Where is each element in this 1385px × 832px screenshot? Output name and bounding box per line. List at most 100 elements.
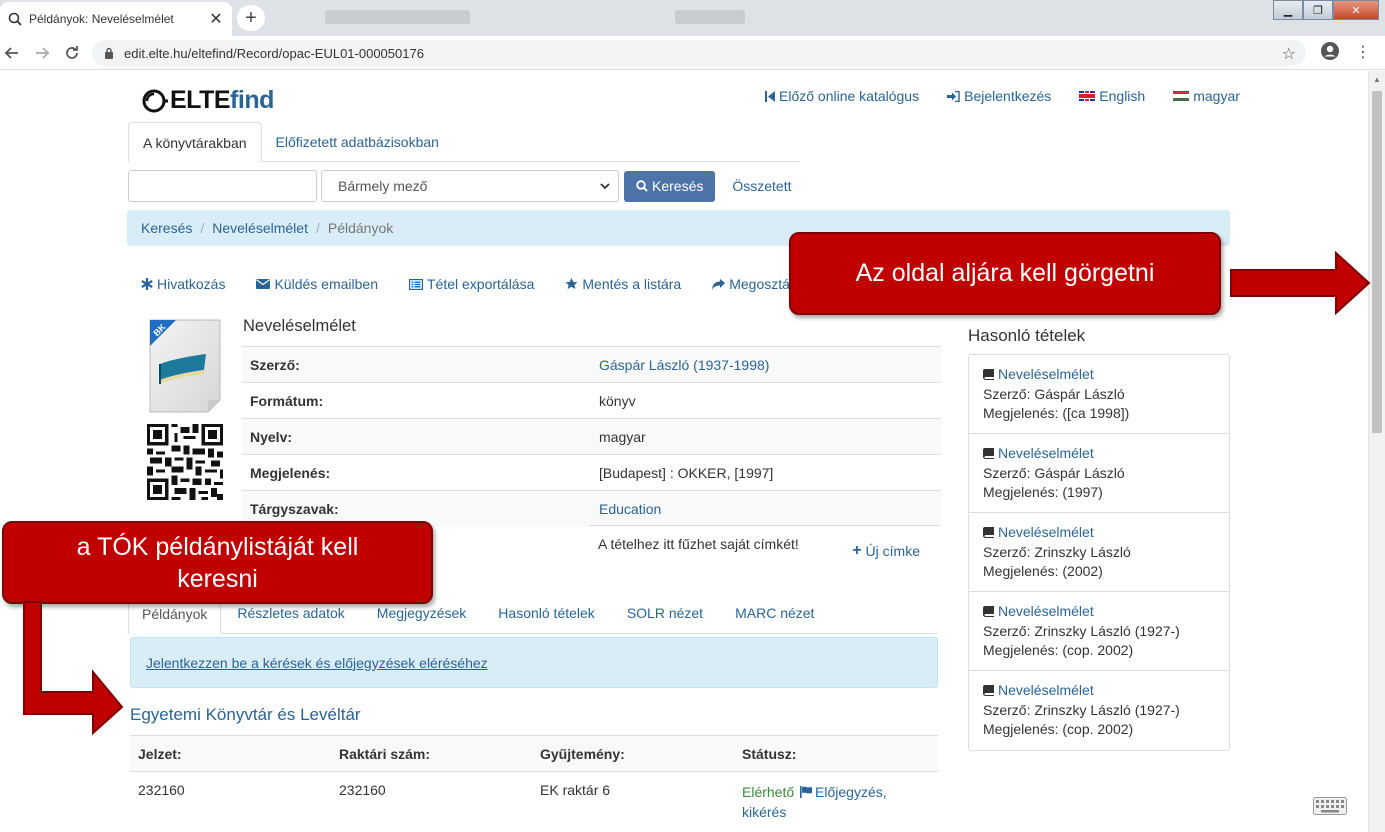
similar-item-publication: Megjelenés: (cop. 2002) bbox=[983, 642, 1134, 658]
collection: EK raktár 6 bbox=[540, 782, 611, 798]
search-button-label: Keresés bbox=[652, 178, 704, 194]
subject-link[interactable]: Education bbox=[599, 501, 661, 517]
minimize-button[interactable]: ▁ bbox=[1273, 0, 1303, 20]
logo-elte-text: ELTE bbox=[170, 86, 231, 114]
keyboard-icon[interactable] bbox=[1313, 797, 1347, 815]
search-icon bbox=[8, 12, 22, 26]
logo-find-text: find bbox=[230, 86, 274, 114]
hungarian-language-link[interactable]: magyar bbox=[1173, 88, 1240, 104]
close-icon[interactable]: ✕ bbox=[208, 9, 224, 29]
export-link[interactable]: Tétel exportálása bbox=[408, 276, 534, 292]
record-details-table: Szerző: Gáspár László (1937-1998) Formát… bbox=[242, 346, 941, 527]
similar-items-heading: Hasonló tételek bbox=[968, 326, 1086, 345]
book-icon bbox=[983, 369, 994, 381]
login-alert-link[interactable]: Jelentkezzen be a kérések és előjegyzése… bbox=[146, 655, 488, 671]
breadcrumb-separator: / bbox=[200, 220, 205, 236]
similar-item-title: Neveléselmélet bbox=[998, 445, 1094, 461]
breadcrumb-search[interactable]: Keresés bbox=[141, 220, 192, 236]
format-label: Formátum: bbox=[242, 382, 591, 419]
kebab-menu-icon[interactable]: ⋮ bbox=[1355, 42, 1371, 62]
holdings-table: Jelzet: Raktári szám: Gyűjtemény: Státus… bbox=[130, 735, 938, 832]
new-tab-button[interactable]: + bbox=[237, 5, 265, 31]
breadcrumb-record[interactable]: Neveléselmélet bbox=[212, 220, 308, 236]
email-link[interactable]: Küldés emailben bbox=[256, 276, 378, 292]
new-tag-button[interactable]: + Új címke bbox=[852, 542, 920, 560]
table-row: Megjelenés: [Budapest] : OKKER, [1997] bbox=[242, 454, 941, 491]
browser-tab-title: Példányok: Neveléselmélet bbox=[29, 12, 174, 26]
tab-solr[interactable]: SOLR nézet bbox=[611, 595, 719, 633]
reload-icon[interactable] bbox=[60, 41, 84, 65]
similar-item-author: Szerző: Zrinszky László (1927-) bbox=[983, 701, 1180, 718]
request-link[interactable]: kikérés bbox=[742, 804, 786, 820]
scrollbar-thumb[interactable] bbox=[1372, 91, 1382, 433]
search-field-select[interactable]: Bármely mező bbox=[321, 170, 619, 202]
list-item: Neveléselmélet Szerző: Zrinszky László M… bbox=[969, 513, 1229, 592]
search-button[interactable]: Keresés bbox=[624, 170, 716, 202]
similar-item-link[interactable]: Neveléselmélet bbox=[983, 444, 1215, 464]
vertical-scrollbar[interactable]: ▲ bbox=[1368, 71, 1385, 832]
similar-item-link[interactable]: Neveléselmélet bbox=[983, 523, 1215, 543]
similar-item-link[interactable]: Neveléselmélet bbox=[983, 365, 1215, 385]
new-tag-label: Új címke bbox=[865, 543, 920, 559]
url-text: edit.elte.hu/eltefind/Record/opac-EUL01-… bbox=[124, 45, 424, 61]
author-link[interactable]: Gáspár László (1937-1998) bbox=[599, 357, 769, 373]
similar-item-author: Szerző: Gáspár László bbox=[983, 464, 1125, 481]
table-header-row: Jelzet: Raktári szám: Gyűjtemény: Státus… bbox=[130, 735, 938, 772]
library-heading: Egyetemi Könyvtár és Levéltár bbox=[130, 705, 361, 724]
tab-libraries[interactable]: A könyvtárakban bbox=[128, 122, 262, 162]
lock-icon bbox=[104, 47, 114, 59]
similar-item-publication: Megjelenés: (cop. 2002) bbox=[983, 721, 1134, 737]
english-language-link[interactable]: English bbox=[1079, 88, 1145, 104]
book-icon bbox=[983, 606, 994, 618]
list-item: Neveléselmélet Szerző: Zrinszky László (… bbox=[969, 671, 1229, 750]
similar-item-link[interactable]: Neveléselmélet bbox=[983, 681, 1215, 701]
search-field-value: Bármely mező bbox=[338, 178, 428, 194]
hungarian-label: magyar bbox=[1193, 88, 1240, 104]
eltefind-logo[interactable]: ELTE find bbox=[142, 86, 274, 115]
book-icon bbox=[983, 685, 994, 697]
login-link[interactable]: Bejelentkezés bbox=[947, 88, 1051, 104]
step-backward-icon bbox=[765, 90, 775, 102]
cite-link[interactable]: Hivatkozás bbox=[141, 276, 225, 292]
status-cell: Elérhető Előjegyzés, kikérés bbox=[734, 772, 938, 832]
tab-marc[interactable]: MARC nézet bbox=[719, 595, 830, 633]
blurred-tab[interactable] bbox=[325, 10, 470, 24]
login-alert: Jelentkezzen be a kérések és előjegyzése… bbox=[130, 637, 938, 688]
browser-tab[interactable]: Példányok: Neveléselmélet ✕ bbox=[0, 2, 232, 36]
profile-icon[interactable] bbox=[1320, 41, 1340, 61]
table-row: Nyelv: magyar bbox=[242, 418, 941, 455]
similar-item-link[interactable]: Neveléselmélet bbox=[983, 602, 1215, 622]
back-arrow-icon[interactable] bbox=[0, 41, 24, 65]
maximize-button[interactable]: ❐ bbox=[1303, 0, 1333, 20]
search-form: Bármely mező Keresés Összetett bbox=[128, 170, 792, 202]
advanced-search-link[interactable]: Összetett bbox=[732, 178, 791, 194]
previous-catalog-link[interactable]: Előző online katalógus bbox=[765, 88, 919, 104]
reserve-link[interactable]: Előjegyzés, bbox=[815, 784, 887, 800]
window-close-button[interactable]: ✕ bbox=[1333, 0, 1379, 20]
uk-flag-icon bbox=[1079, 91, 1096, 101]
tab-subscribed-databases[interactable]: Előfizetett adatbázisokban bbox=[262, 122, 453, 161]
sign-in-icon bbox=[947, 90, 960, 102]
blurred-tab[interactable] bbox=[675, 10, 745, 24]
breadcrumb-separator: / bbox=[315, 220, 320, 236]
plus-icon: + bbox=[852, 542, 862, 559]
header-links: Előző online katalógus Bejelentkezés Eng… bbox=[765, 88, 1268, 104]
search-input[interactable] bbox=[128, 170, 317, 202]
table-row: Szerző: Gáspár László (1937-1998) bbox=[242, 346, 941, 383]
publication-value: [Budapest] : OKKER, [1997] bbox=[591, 454, 941, 491]
tags-hint: A tételhez itt fűzhet saját címkét! bbox=[598, 536, 799, 552]
window-controls: ▁ ❐ ✕ bbox=[1273, 0, 1379, 20]
right-arrow-annotation bbox=[1230, 251, 1371, 315]
star-icon[interactable]: ☆ bbox=[1282, 44, 1296, 64]
similar-item-title: Neveléselmélet bbox=[998, 603, 1094, 619]
tab-similar[interactable]: Hasonló tételek bbox=[482, 595, 611, 633]
share-link[interactable]: Megosztás bbox=[712, 276, 797, 292]
similar-item-publication: Megjelenés: (2002) bbox=[983, 563, 1103, 579]
list-item: Neveléselmélet Szerző: Zrinszky László (… bbox=[969, 592, 1229, 671]
forward-arrow-icon[interactable] bbox=[30, 41, 54, 65]
scroll-up-arrow-icon[interactable]: ▲ bbox=[1373, 75, 1381, 84]
address-bar[interactable]: edit.elte.hu/eltefind/Record/opac-EUL01-… bbox=[92, 40, 1306, 66]
list-alt-icon bbox=[408, 278, 423, 290]
save-to-list-link[interactable]: Mentés a listára bbox=[565, 276, 681, 292]
browser-toolbar: edit.elte.hu/eltefind/Record/opac-EUL01-… bbox=[0, 36, 1385, 70]
